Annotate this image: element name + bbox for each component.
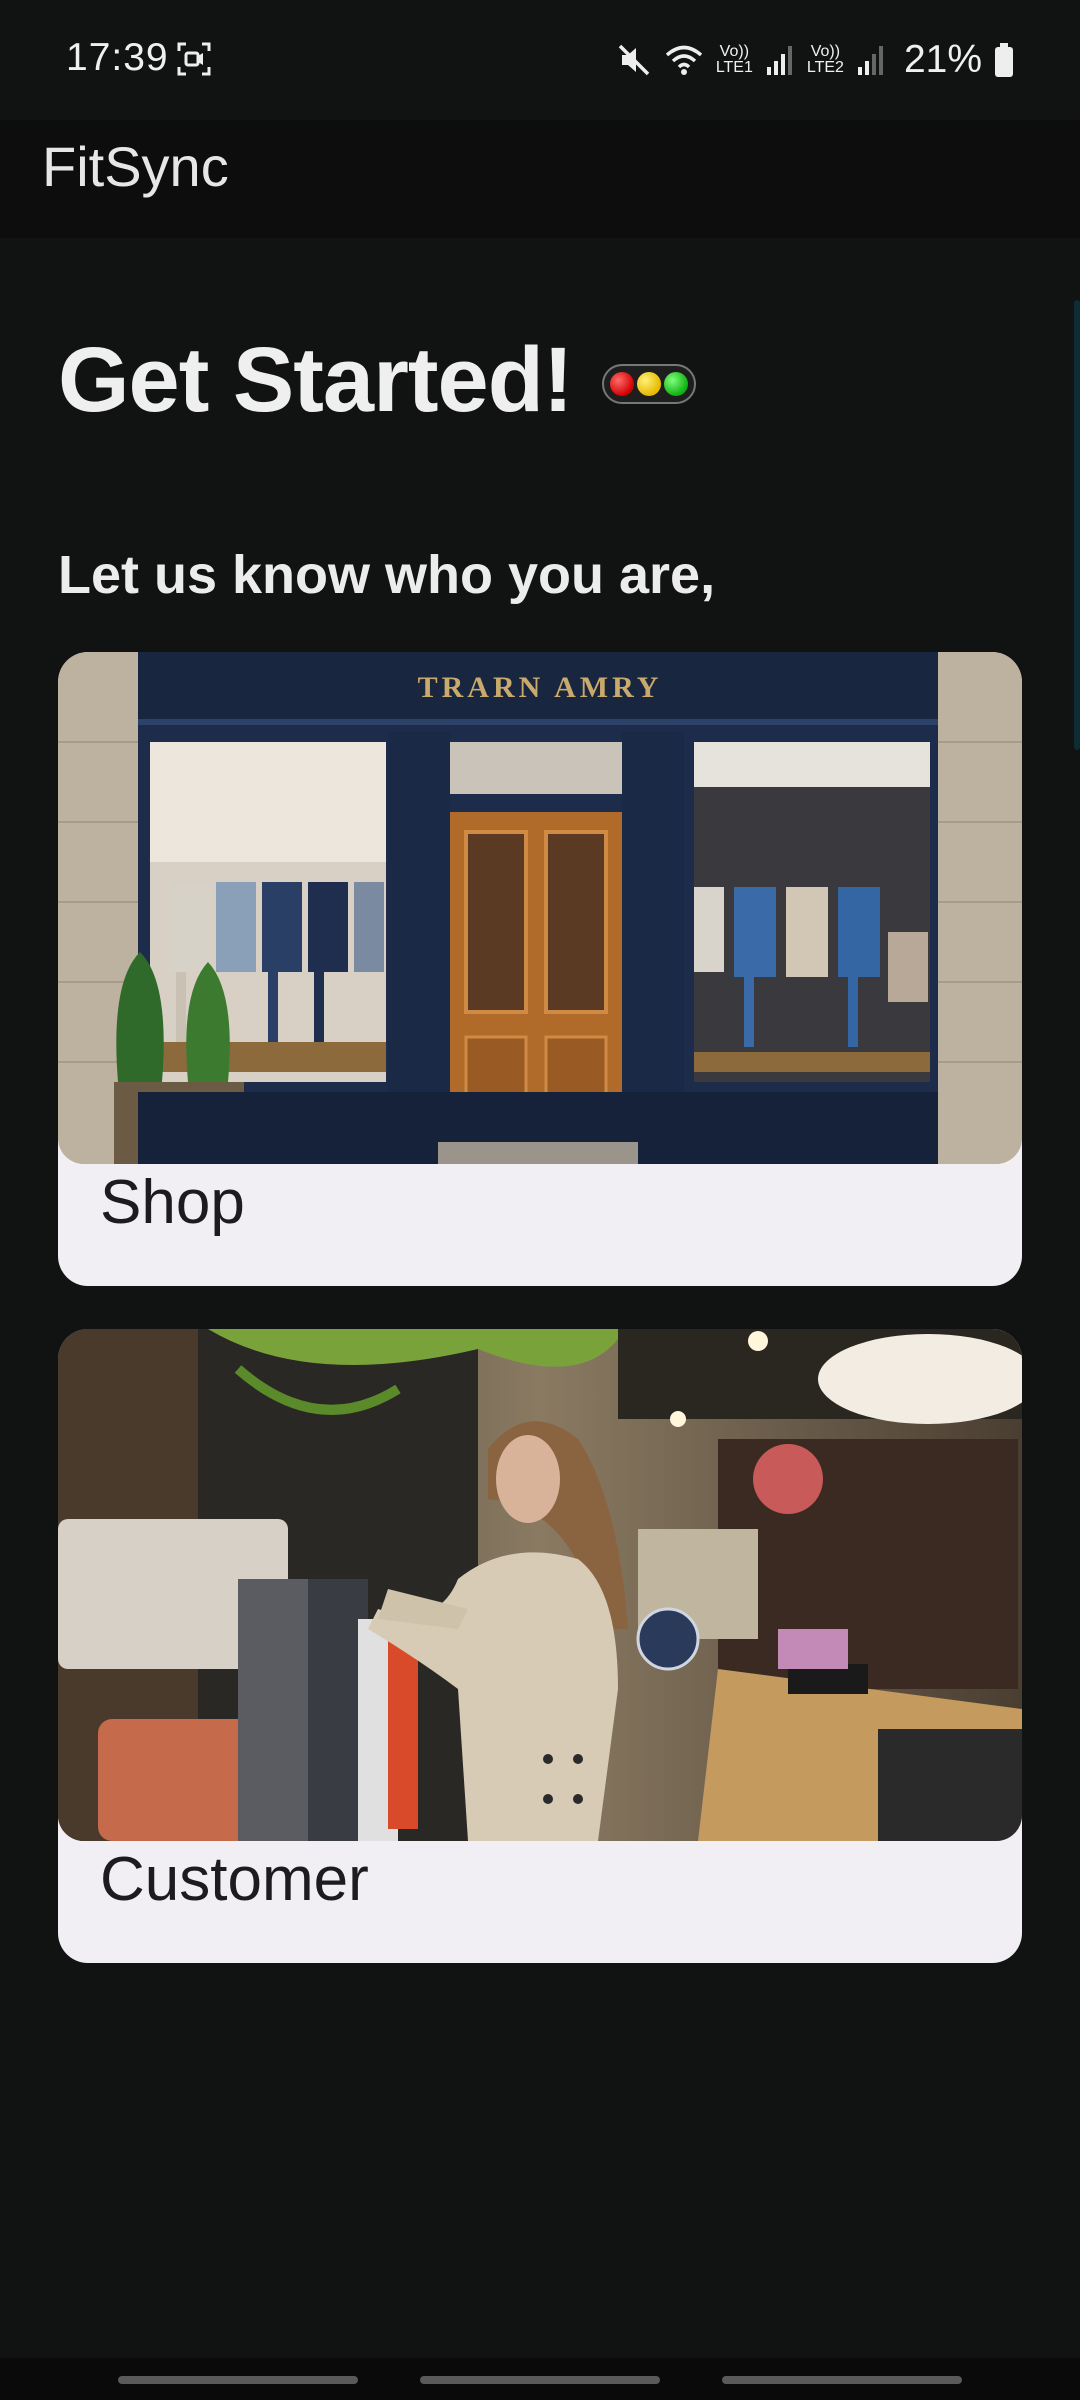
red-light-icon (610, 372, 634, 396)
screen-record-icon (176, 41, 212, 77)
shop-sign-text: TRARN AMRY (418, 671, 663, 704)
shop-image: TRARN AMRY (58, 652, 1022, 1164)
lte2-bottom-label: LTE2 (806, 59, 844, 76)
status-time: 17:39 (66, 36, 169, 79)
shop-card[interactable]: TRARN AMRY Shop (58, 652, 1022, 1286)
lte1-bottom-label: LTE1 (715, 59, 753, 76)
signal-icon (856, 43, 886, 77)
screen: 17:39 Vo)) LTE1 Vo)) LTE2 21% FitSync Ge… (0, 0, 1080, 2400)
lte2-top-label: Vo)) (810, 43, 841, 60)
customer-card-label: Customer (100, 1845, 369, 1914)
customer-card[interactable]: Customer (58, 1329, 1022, 1963)
page-title: Get Started! (58, 329, 574, 431)
navigation-bar (0, 2358, 1080, 2400)
yellow-light-icon (637, 372, 661, 396)
traffic-light-icon (602, 364, 696, 404)
app-title: FitSync (42, 135, 229, 198)
signal-icon (765, 43, 795, 77)
status-bar: 17:39 Vo)) LTE1 Vo)) LTE2 21% (0, 0, 1080, 120)
green-light-icon (664, 372, 688, 396)
customer-image (58, 1329, 1022, 1841)
battery-icon (994, 42, 1014, 78)
mute-icon (616, 42, 652, 78)
back-button[interactable] (722, 2376, 962, 2384)
page-subtitle: Let us know who you are, (58, 545, 716, 605)
battery-percent: 21% (903, 38, 982, 81)
status-icons: Vo)) LTE1 Vo)) LTE2 21% (616, 30, 1014, 90)
home-button[interactable] (420, 2376, 660, 2384)
lte1-indicator: Vo)) LTE1 (716, 44, 753, 76)
shop-card-label: Shop (100, 1168, 245, 1237)
recents-button[interactable] (118, 2376, 358, 2384)
lte1-top-label: Vo)) (719, 43, 750, 60)
lte2-indicator: Vo)) LTE2 (807, 44, 844, 76)
wifi-icon (664, 42, 704, 78)
app-bar: FitSync (0, 120, 1080, 238)
scroll-indicator (1074, 300, 1080, 750)
